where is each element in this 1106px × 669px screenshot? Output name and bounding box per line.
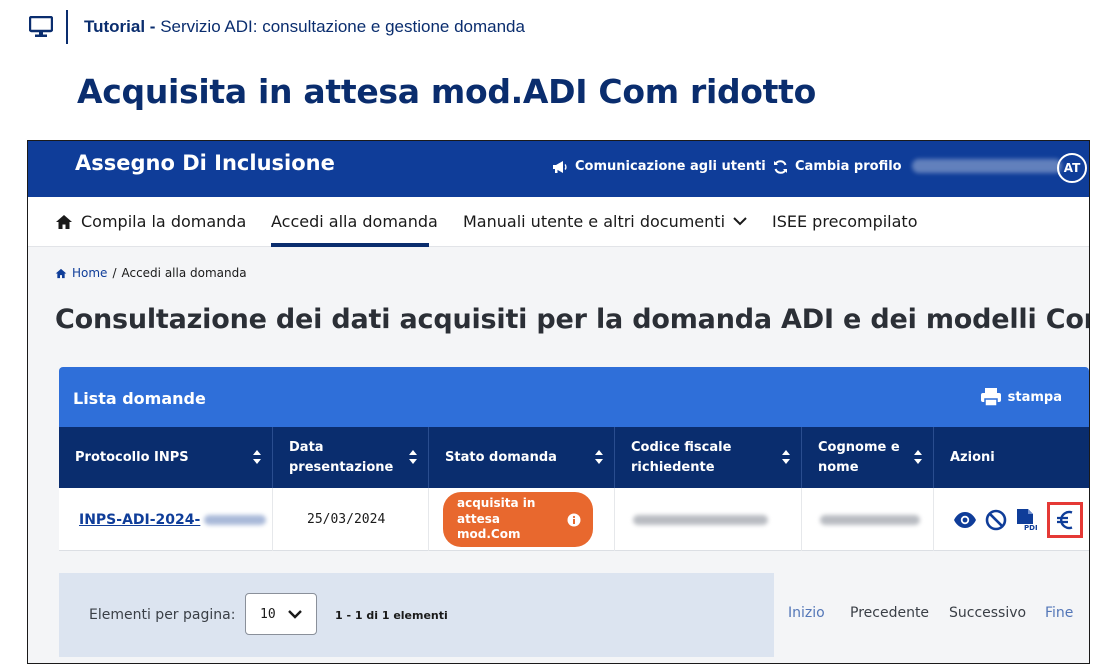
avatar[interactable]: AT [1057,153,1087,183]
col-stato[interactable]: Stato domanda [429,427,615,488]
eye-icon[interactable] [953,511,977,529]
euro-button[interactable] [1047,501,1083,538]
slide-heading: Acquisita in attesa mod.ADI Com ridotto [77,72,816,111]
cell-protocollo: INPS-ADI-2024- [59,488,273,551]
active-tab-indicator [271,243,429,247]
col-azioni: Azioni [934,427,1089,488]
per-page-select[interactable]: 10 [245,593,317,635]
col-data-label: Data presentazione [289,440,394,475]
tutorial-subtitle: Servizio ADI: consultazione e gestione d… [160,17,525,36]
breadcrumb-current: Accedi alla domanda [121,266,247,280]
nav-isee[interactable]: ISEE precompilato [772,212,918,231]
lista-domande-card: Lista domande stampa Protocollo INPS Dat… [59,367,1089,663]
codice-fiscale-redacted [633,514,768,525]
print-label: stampa [1007,389,1062,405]
table-header: Protocollo INPS Data presentazione Stato… [59,427,1089,488]
page-title: Consultazione dei dati acquisiti per la … [55,304,1090,335]
breadcrumb: Home / Accedi alla domanda [55,266,247,280]
breadcrumb-separator: / [112,266,117,280]
table-row: INPS-ADI-2024- 25/03/2024 acquisita in a… [59,488,1089,551]
protocollo-link[interactable]: INPS-ADI-2024- [79,512,200,528]
pager-fine[interactable]: Fine [1045,605,1073,621]
status-badge[interactable]: acquisita in attesa mod.Com [443,492,593,547]
tutorial-label: Tutorial - [84,17,156,36]
monitor-icon [28,16,54,38]
sort-icon [253,450,261,464]
nav-compila[interactable]: Compila la domanda [55,212,246,231]
cell-data: 25/03/2024 [273,488,429,551]
col-codice-fiscale-label: Codice fiscale richiedente [631,440,732,475]
euro-icon [1057,510,1073,529]
cell-codice-fiscale [615,488,802,551]
card-header: Lista domande stampa [59,367,1089,427]
pdf-icon[interactable]: PDF [1015,508,1037,532]
nav-accedi[interactable]: Accedi alla domanda [271,212,438,231]
col-codice-fiscale[interactable]: Codice fiscale richiedente [615,427,802,488]
per-page-value: 10 [260,606,276,622]
data-presentazione: 25/03/2024 [307,512,386,527]
refresh-icon [774,159,787,174]
col-stato-label: Stato domanda [445,449,557,465]
app-screenshot: Assegno Di Inclusione Comunicazione agli… [27,140,1090,664]
sort-icon [595,450,603,464]
cell-nome [802,488,934,551]
print-button[interactable]: stampa [980,387,1062,407]
pager-successivo[interactable]: Successivo [949,605,1026,621]
svg-text:PDF: PDF [1024,524,1037,532]
main-nav: Compila la domanda Accedi alla domanda M… [28,197,1089,247]
col-data[interactable]: Data presentazione [273,427,429,488]
col-protocollo-label: Protocollo INPS [75,449,189,465]
breadcrumb-home[interactable]: Home [72,266,107,280]
user-name-redacted [912,159,1062,173]
nav-manuali[interactable]: Manuali utente e altri documenti [463,212,747,231]
col-nome[interactable]: Cognome e nome [802,427,934,488]
nav-compila-label: Compila la domanda [81,212,247,231]
nav-isee-label: ISEE precompilato [772,212,918,231]
pager-inizio[interactable]: Inizio [788,605,825,621]
nome-redacted [820,514,920,525]
cancel-icon[interactable] [985,509,1007,531]
col-protocollo[interactable]: Protocollo INPS [59,427,273,488]
row-actions: PDF [953,501,1083,538]
card-title: Lista domande [73,389,206,408]
pagination-bar: Elementi per pagina: 10 1 - 1 di 1 eleme… [59,573,774,657]
cell-stato: acquisita in attesa mod.Com [429,488,615,551]
col-azioni-label: Azioni [950,449,995,465]
comunicazione-label: Comunicazione agli utenti [575,159,766,174]
status-badge-label: acquisita in attesa mod.Com [457,496,536,542]
info-icon [567,513,581,526]
nav-accedi-label: Accedi alla domanda [271,212,438,231]
app-topbar: Assegno Di Inclusione Comunicazione agli… [28,141,1089,197]
col-nome-label: Cognome e nome [818,440,900,475]
pager-precedente[interactable]: Precedente [850,605,929,621]
pagination-range: 1 - 1 di 1 elementi [335,609,448,622]
sort-icon [782,450,790,464]
sort-icon [914,450,922,464]
app-brand[interactable]: Assegno Di Inclusione [75,151,335,175]
cambia-profilo-label: Cambia profilo [795,159,902,174]
home-icon [56,214,72,229]
cambia-profilo-link[interactable]: Cambia profilo [773,159,902,174]
chevron-down-icon [733,217,747,226]
protocollo-redacted [204,514,267,525]
tutorial-title: Tutorial - Servizio ADI: consultazione e… [84,17,525,37]
home-icon [55,268,67,278]
printer-icon [980,388,1001,407]
megaphone-icon [553,160,567,173]
nav-manuali-label: Manuali utente e altri documenti [463,212,726,231]
cell-azioni: PDF [934,488,1089,551]
sort-icon [409,450,417,464]
chevron-down-icon [287,609,302,619]
tutorial-header: Tutorial - Servizio ADI: consultazione e… [28,10,525,44]
per-page-label: Elementi per pagina: [89,607,236,623]
tutorial-separator [66,10,68,44]
comunicazione-link[interactable]: Comunicazione agli utenti [552,159,766,174]
